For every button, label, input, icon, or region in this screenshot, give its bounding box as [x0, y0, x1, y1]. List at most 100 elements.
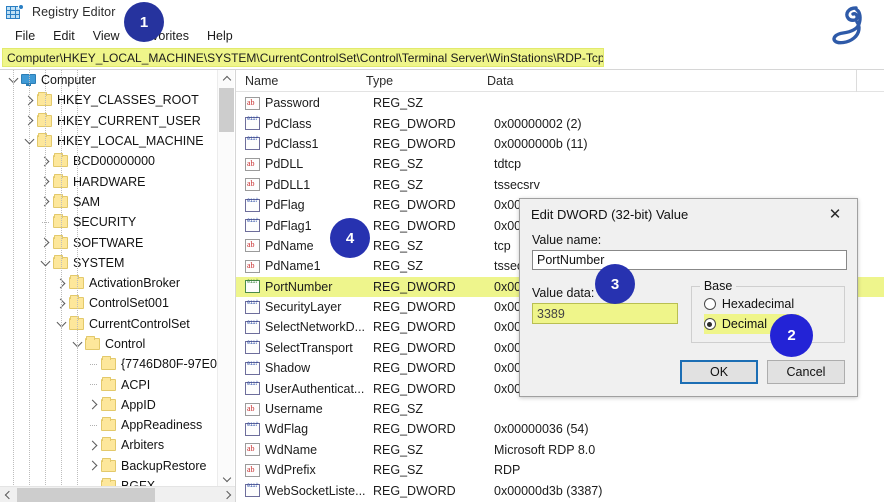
table-row[interactable]: PdClass1 REG_DWORD 0x0000000b (11): [236, 134, 884, 154]
tree-item-label: AppReadiness: [121, 418, 203, 433]
chevron-right-icon[interactable]: [86, 456, 101, 476]
tree-item[interactable]: ControlSet001: [0, 293, 218, 313]
table-row[interactable]: WebSocketListe... REG_DWORD 0x00000d3b (33…: [236, 480, 884, 500]
tree-item[interactable]: Arbiters: [0, 435, 218, 455]
tree-item[interactable]: BackupRestore: [0, 456, 218, 476]
value-data-cell: 0x0000000b (11): [494, 136, 588, 151]
menu-item-file[interactable]: File: [6, 27, 44, 45]
folder-icon: [101, 376, 116, 391]
tree-guide-line: [61, 70, 62, 487]
tree-item[interactable]: CurrentControlSet: [0, 314, 218, 334]
dialog-title-bar: Edit DWORD (32-bit) Value ✕: [520, 199, 857, 229]
tree-item[interactable]: SECURITY: [0, 212, 218, 232]
tree-horizontal-scrollbar[interactable]: [0, 486, 235, 502]
string-value-icon: [245, 463, 260, 477]
value-name-cell: PdDLL1: [265, 177, 311, 192]
address-bar[interactable]: Computer\HKEY_LOCAL_MACHINE\SYSTEM\Curre…: [2, 48, 604, 67]
table-row[interactable]: WdName REG_SZ Microsoft RDP 8.0: [236, 440, 884, 460]
table-row[interactable]: PdClass REG_DWORD 0x00000002 (2): [236, 113, 884, 133]
tree-item[interactable]: HKEY_LOCAL_MACHINE: [0, 131, 218, 151]
tree-item[interactable]: BCD00000000: [0, 151, 218, 171]
dword-value-icon: [245, 198, 260, 212]
tree-item-label: ActivationBroker: [89, 276, 181, 291]
dword-value-icon: [245, 341, 260, 355]
value-data-cell: Microsoft RDP 8.0: [494, 442, 596, 457]
tree-item[interactable]: {7746D80F-97E0-4E2: [0, 354, 218, 374]
tree-item[interactable]: ActivationBroker: [0, 273, 218, 293]
menu-item-view[interactable]: View: [84, 27, 129, 45]
close-icon[interactable]: ✕: [813, 199, 857, 229]
string-value-icon: [245, 177, 260, 192]
tree-item[interactable]: ACPI: [0, 374, 218, 394]
tree-item[interactable]: SYSTEM: [0, 253, 218, 273]
table-row[interactable]: WdPrefix REG_SZ RDP: [236, 460, 884, 480]
dword-value-icon: [245, 382, 260, 396]
tree-item-label: Arbiters: [121, 438, 165, 453]
callout-badge-2: 2: [770, 314, 813, 357]
tree-item[interactable]: SOFTWARE: [0, 232, 218, 252]
value-type-cell: REG_DWORD: [373, 483, 456, 498]
table-row[interactable]: WdFlag REG_DWORD 0x00000036 (54): [236, 419, 884, 439]
value-data-cell: tdtcp: [494, 157, 522, 172]
cancel-button[interactable]: Cancel: [767, 360, 845, 384]
radio-hexadecimal[interactable]: Hexadecimal: [703, 294, 844, 314]
window-title: Registry Editor: [32, 5, 116, 19]
value-name-cell: Shadow: [265, 361, 311, 376]
tree-item[interactable]: Computer: [0, 70, 218, 90]
tree-item[interactable]: AppReadiness: [0, 415, 218, 435]
callout-badge-1: 1: [124, 2, 164, 42]
table-row[interactable]: PdDLL1 REG_SZ tssecsrv: [236, 175, 884, 195]
list-column-headers: Name Type Data: [236, 70, 884, 92]
tree-item[interactable]: HKEY_CLASSES_ROOT: [0, 90, 218, 110]
column-header-type[interactable]: Type: [357, 70, 478, 92]
registry-tree: Computer HKEY_CLASSES_ROOT HKEY_CURRENT_US…: [0, 70, 218, 487]
chevron-right-icon[interactable]: [86, 435, 101, 455]
tree-item-label: {7746D80F-97E0-4E2: [121, 357, 218, 372]
tree-vertical-scrollbar[interactable]: [217, 70, 234, 487]
column-header-name[interactable]: Name: [236, 70, 357, 92]
address-bar-filler: [604, 48, 884, 67]
tree-item-label: ACPI: [121, 377, 151, 392]
table-row[interactable]: Password REG_SZ: [236, 93, 884, 113]
value-data-input[interactable]: 3389: [532, 303, 678, 324]
tree-item-label: Computer: [41, 73, 96, 88]
dword-value-icon: [245, 361, 260, 375]
tree-scroll-right-button[interactable]: [220, 487, 235, 502]
tree-item[interactable]: SAM: [0, 192, 218, 212]
value-type-cell: REG_DWORD: [373, 279, 456, 294]
value-name-cell: PortNumber: [265, 279, 333, 294]
value-name-cell: PdFlag: [265, 198, 305, 213]
column-divider: [856, 70, 857, 92]
table-row[interactable]: PdDLL REG_SZ tdtcp: [236, 154, 884, 174]
tree-scroll-down-button[interactable]: [218, 470, 235, 487]
tree-item-label: CurrentControlSet: [89, 316, 190, 331]
column-header-data[interactable]: Data: [478, 70, 718, 92]
tree-scroll-up-button[interactable]: [218, 70, 235, 87]
tree-item[interactable]: HKEY_CURRENT_USER: [0, 111, 218, 131]
menu-item-help[interactable]: Help: [198, 27, 242, 45]
value-name-cell: WdPrefix: [265, 463, 316, 478]
tree-item[interactable]: AppID: [0, 395, 218, 415]
ok-button[interactable]: OK: [680, 360, 758, 384]
tree-item[interactable]: HARDWARE: [0, 171, 218, 191]
value-name-cell: WebSocketListe...: [265, 483, 366, 498]
tree-scroll-left-button[interactable]: [0, 487, 16, 502]
folder-icon: [101, 457, 116, 472]
value-data-cell: 0x00000036 (54): [494, 422, 589, 437]
value-data-cell: tcp: [494, 238, 511, 253]
menu-item-edit[interactable]: Edit: [44, 27, 84, 45]
table-row[interactable]: Username REG_SZ: [236, 399, 884, 419]
folder-icon: [101, 396, 116, 411]
tree-item[interactable]: Control: [0, 334, 218, 354]
tree-hscroll-thumb[interactable]: [17, 488, 155, 502]
radio-button-icon[interactable]: [703, 318, 716, 330]
dword-value-icon: [245, 422, 260, 436]
value-name-input[interactable]: PortNumber: [532, 250, 847, 270]
value-type-cell: REG_SZ: [373, 463, 424, 478]
value-type-cell: REG_DWORD: [373, 320, 456, 335]
dword-value-icon: [245, 280, 260, 294]
tree-scroll-thumb[interactable]: [219, 88, 234, 132]
value-type-cell: REG_SZ: [373, 177, 424, 192]
radio-button-icon[interactable]: [703, 298, 716, 310]
chevron-right-icon[interactable]: [86, 395, 101, 415]
